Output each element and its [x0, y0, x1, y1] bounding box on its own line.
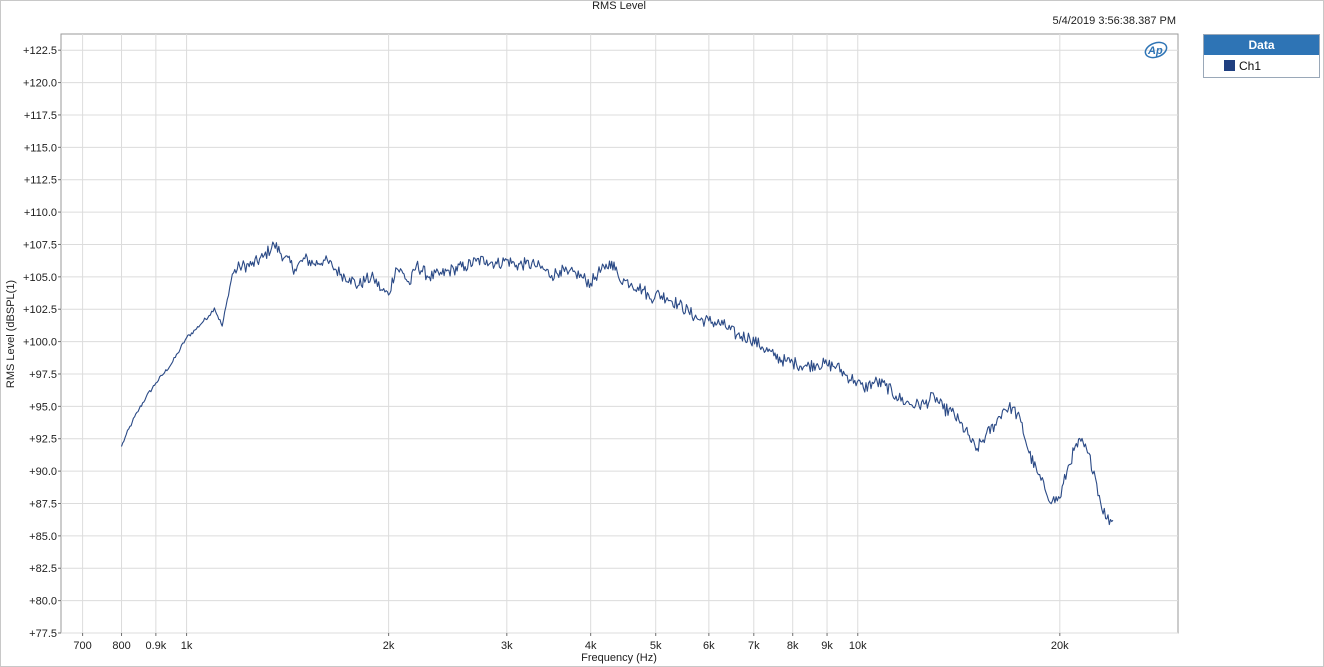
x-tick-label: 700 [73, 640, 91, 652]
legend-title: Data [1204, 35, 1319, 55]
x-tick-label: 20k [1051, 640, 1069, 652]
x-tick-label: 7k [748, 640, 760, 652]
y-tick-label: +77.5 [29, 628, 57, 640]
y-tick-label: +90.0 [29, 466, 57, 478]
y-tick-label: +82.5 [29, 563, 57, 575]
y-tick-label: +92.5 [29, 434, 57, 446]
x-tick-label: 5k [650, 640, 662, 652]
y-tick-label: +105.0 [23, 272, 57, 284]
svg-text:Ap: Ap [1147, 45, 1163, 57]
plot-area [60, 33, 1179, 634]
legend-swatch [1224, 60, 1235, 71]
y-tick-label: +122.5 [23, 45, 57, 57]
y-tick-label: +112.5 [24, 175, 57, 187]
y-tick-label: +117.5 [24, 110, 57, 122]
x-tick-label: 10k [849, 640, 867, 652]
legend-label: Ch1 [1239, 58, 1262, 73]
y-tick-label: +97.5 [29, 369, 57, 381]
y-tick-label: +100.0 [23, 337, 57, 349]
x-tick-label: 8k [787, 640, 799, 652]
x-tick-label: 1k [181, 640, 193, 652]
x-tick-label: 9k [821, 640, 833, 652]
y-tick-label: +107.5 [23, 239, 57, 251]
y-tick-label: +102.5 [23, 304, 57, 316]
x-tick-label: 6k [703, 640, 715, 652]
y-tick-label: +87.5 [29, 498, 57, 510]
y-tick-label: +115.0 [24, 142, 57, 154]
chart-svg: +122.5 +120.0 +117.5 +115.0 +112.5 +110.0 +107… [5, 33, 1179, 664]
y-tick-label: +110.0 [24, 207, 57, 219]
y-axis-label: RMS Level (dBSPL(1) [5, 280, 17, 388]
y-tick-label: +85.0 [29, 531, 57, 543]
legend: Data Ch1 [1203, 34, 1320, 78]
x-tick-label: 2k [383, 640, 395, 652]
x-tick-label: 0.9k [145, 640, 166, 652]
y-tick-label: +120.0 [23, 78, 57, 90]
y-tick-label: +95.0 [29, 401, 57, 413]
x-tick-label: 4k [585, 640, 597, 652]
x-axis-label: Frequency (Hz) [581, 652, 657, 664]
legend-item-ch1[interactable]: Ch1 [1204, 55, 1319, 76]
x-tick-label: 800 [112, 640, 130, 652]
x-tick-label: 3k [501, 640, 513, 652]
y-tick-label: +80.0 [29, 596, 57, 608]
